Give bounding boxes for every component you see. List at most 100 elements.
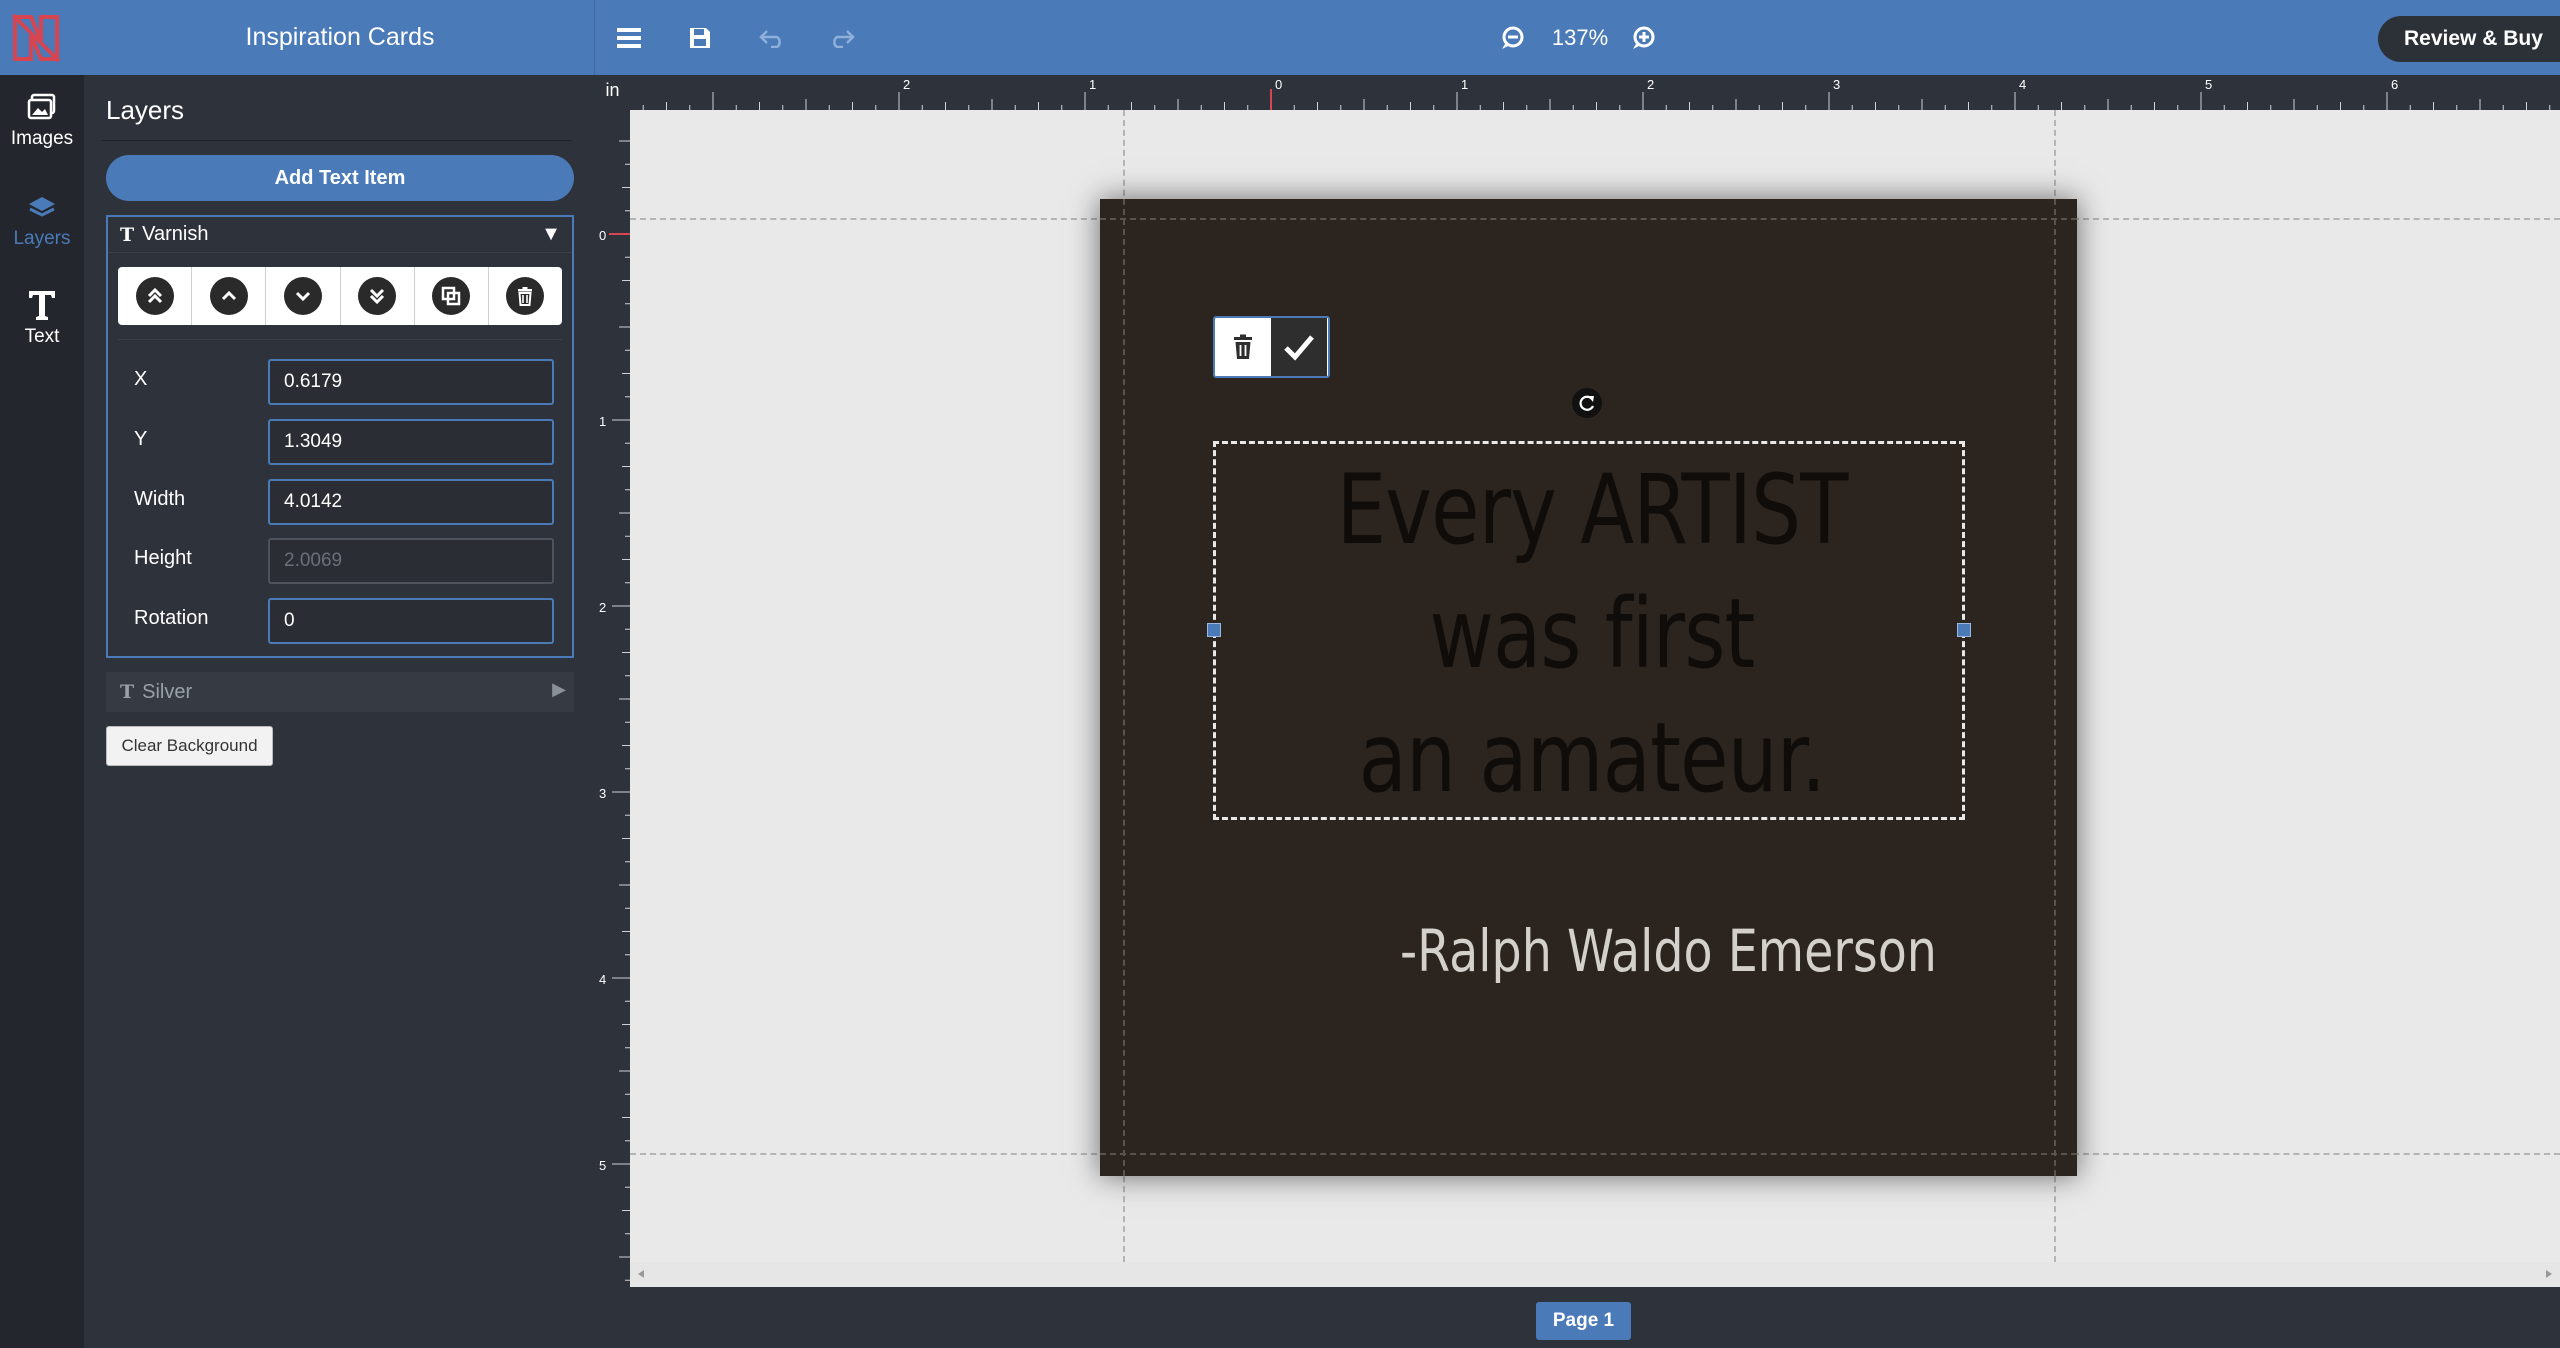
page-1-button[interactable]: Page 1 [1536, 1302, 1631, 1340]
add-text-item-button[interactable]: Add Text Item [106, 155, 574, 201]
canvas-workspace[interactable]: in 2101234567 012345 [595, 75, 2560, 1287]
move-to-top-icon [135, 277, 174, 315]
card-guide-left [1123, 199, 1125, 1176]
card-guide-top [1100, 218, 2077, 220]
logo-icon [0, 0, 72, 75]
ruler-label: 4 [599, 972, 606, 987]
height-input [268, 538, 554, 584]
zoom-level: 137% [1551, 25, 1609, 50]
images-icon [27, 90, 57, 124]
trash-icon [506, 277, 545, 315]
text-layer-icon: T [120, 681, 135, 703]
zoom-out-icon[interactable] [1493, 18, 1533, 58]
x-input[interactable] [268, 359, 554, 405]
card-guide-right [2054, 199, 2056, 1176]
layer-actions [118, 267, 562, 325]
scroll-arrows [638, 1270, 2552, 1278]
topbar-divider [594, 0, 595, 75]
actions-divider [118, 339, 562, 340]
move-up-button[interactable] [192, 267, 267, 325]
author-text[interactable]: -Ralph Waldo Emerson [1400, 917, 1937, 985]
ruler-label: 4 [2019, 77, 2026, 92]
move-down-button[interactable] [266, 267, 341, 325]
left-rail: Images Layers Text [0, 75, 84, 1348]
field-label-width: Width [134, 488, 186, 510]
resize-handle-right[interactable] [1957, 623, 1971, 637]
y-input[interactable] [268, 419, 554, 465]
ruler-unit: in [595, 75, 630, 110]
confirm-item-button[interactable] [1271, 318, 1327, 376]
expand-triangle-icon[interactable]: ▶ [552, 679, 566, 700]
ruler-label: 5 [2205, 77, 2212, 92]
check-icon [1284, 335, 1314, 361]
move-to-bottom-button[interactable] [341, 267, 415, 325]
quote-line: was first [1429, 577, 1755, 690]
rail-item-layers[interactable]: Layers [0, 175, 84, 265]
layer-varnish: T Varnish ▼ X 0.6179 Y 1.3049 Width 4.01… [106, 215, 574, 658]
move-to-bottom-icon [358, 277, 397, 315]
delete-layer-button[interactable] [489, 267, 562, 325]
ruler-label: 2 [1647, 77, 1654, 92]
field-label-height: Height [134, 547, 192, 569]
app-root: Inspiration Cards 137% Review & Buy Imag [0, 0, 2560, 1348]
layer-header-varnish[interactable]: T Varnish ▼ [108, 217, 572, 253]
quote-line: Every ARTIST [1336, 453, 1848, 566]
zoom-in-icon[interactable] [1624, 18, 1664, 58]
redo-icon[interactable] [822, 18, 862, 58]
layer-silver[interactable]: T Silver ▶ [106, 672, 574, 712]
rotate-handle-icon[interactable] [1572, 388, 1602, 418]
ruler-label: 2 [599, 600, 606, 615]
rail-label-text: Text [24, 326, 60, 347]
field-height: Height [118, 538, 562, 586]
move-down-icon [283, 277, 322, 315]
horizontal-ruler: 2101234567 [630, 75, 2560, 110]
bottom-bar: Page 1 [595, 1287, 2560, 1348]
clear-background-button[interactable]: Clear Background [106, 726, 273, 766]
top-bar: Inspiration Cards 137% Review & Buy [0, 0, 2560, 75]
field-rotation: Rotation [118, 598, 562, 646]
field-label-y: Y [134, 428, 148, 450]
layer-name-varnish: Varnish [142, 223, 209, 245]
quote-text: Every ARTIST was first an amateur. [1284, 444, 1901, 823]
rail-item-images[interactable]: Images [0, 75, 84, 165]
ruler-label: 1 [1089, 77, 1096, 92]
field-width: Width [118, 479, 562, 527]
resize-handle-left[interactable] [1207, 623, 1221, 637]
move-up-icon [209, 277, 248, 315]
selected-text-box[interactable]: Every ARTIST was first an amateur. [1207, 441, 1971, 823]
text-icon [27, 288, 57, 322]
ruler-label: 1 [599, 414, 606, 429]
duplicate-button[interactable] [415, 267, 489, 325]
field-label-x: X [134, 368, 148, 390]
undo-icon[interactable] [752, 18, 792, 58]
field-label-rotation: Rotation [134, 607, 209, 629]
save-icon[interactable] [680, 18, 720, 58]
ruler-label: 5 [599, 1158, 606, 1173]
text-layer-icon: T [120, 223, 135, 246]
rotation-input[interactable] [268, 598, 554, 644]
item-toolbar [1213, 316, 1330, 378]
rail-item-text[interactable]: Text [0, 273, 84, 363]
design-card[interactable]: Every ARTIST was first an amateur. -Ralp… [1100, 199, 2077, 1176]
layer-name-silver: Silver [142, 680, 193, 703]
ruler-label: 0 [599, 228, 606, 243]
vertical-ruler-ticks: 0 1 2 3 4 5 [599, 140, 630, 1281]
app-title: Inspiration Cards [245, 23, 435, 51]
trash-icon [1234, 334, 1252, 359]
layers-icon [27, 190, 57, 224]
move-to-top-button[interactable] [118, 267, 193, 325]
ruler-label: 1 [1461, 77, 1468, 92]
review-buy-button[interactable]: Review & Buy [2378, 16, 2560, 62]
width-input[interactable] [268, 479, 554, 525]
duplicate-icon [432, 277, 471, 315]
collapse-triangle-icon[interactable]: ▼ [538, 221, 564, 247]
menu-icon[interactable] [609, 18, 649, 58]
delete-item-button[interactable] [1215, 318, 1271, 376]
panel-divider [102, 140, 572, 141]
layers-panel: Layers Add Text Item T Varnish ▼ X 0.617… [84, 75, 594, 1348]
field-y: Y [118, 419, 562, 467]
vertical-ruler: 0 1 2 3 4 5 [595, 110, 630, 1287]
horizontal-ruler-ticks: 2101234567 [642, 77, 2551, 110]
horizontal-scrollbar[interactable] [630, 1262, 2560, 1287]
ruler-label: 6 [2391, 77, 2398, 92]
